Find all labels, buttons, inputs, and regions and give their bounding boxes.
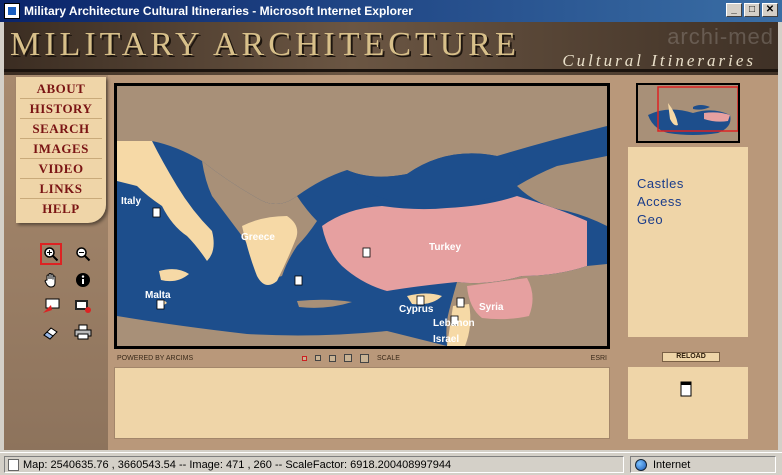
identify-info-icon[interactable]: [72, 269, 94, 291]
nav-video[interactable]: VIDEO: [20, 159, 102, 179]
window-title-bar: Military Architecture Cultural Itinerari…: [0, 0, 782, 22]
map-view[interactable]: Italy Greece Turkey Malta Cyprus Syria L…: [114, 83, 610, 349]
main-area: ABOUT HISTORY SEARCH IMAGES VIDEO LINKS …: [4, 75, 778, 450]
zoom-in-icon[interactable]: [40, 243, 62, 265]
legend-panel: [628, 367, 748, 439]
eraser-clear-icon[interactable]: [40, 321, 62, 343]
window-controls: _ □ ✕: [726, 3, 778, 17]
map-label-greece: Greece: [241, 232, 275, 243]
status-bar: Map: 2540635.76 , 3660543.54 -- Image: 4…: [0, 452, 782, 475]
powered-by-label: POWERED BY ARCIMS: [117, 354, 194, 362]
layer-geo[interactable]: Geo: [637, 211, 748, 229]
zoom-out-icon[interactable]: [72, 243, 94, 265]
map-label-israel: Israel: [433, 334, 459, 345]
map-toolbar: [40, 243, 100, 345]
map-canvas[interactable]: Italy Greece Turkey Malta Cyprus Syria L…: [117, 86, 607, 346]
castle-marker-italy[interactable]: [152, 207, 161, 218]
esri-label: ESRI: [590, 354, 607, 362]
scale-step-1[interactable]: [302, 355, 307, 361]
scale-step-4[interactable]: [344, 354, 352, 362]
maximize-button[interactable]: □: [744, 3, 760, 17]
zone-label: Internet: [653, 458, 691, 471]
banner-divider: [4, 69, 778, 72]
measure-film-icon[interactable]: [72, 295, 94, 317]
nav-links[interactable]: LINKS: [20, 179, 102, 199]
map-label-turkey: Turkey: [429, 242, 461, 253]
layers-panel: Castles Access Geo: [628, 147, 748, 337]
select-box-icon[interactable]: [40, 295, 62, 317]
minimize-button[interactable]: _: [726, 3, 742, 17]
banner-watermark: archi-med: [667, 24, 774, 49]
nav-help[interactable]: HELP: [20, 199, 102, 219]
nav-search[interactable]: SEARCH: [20, 119, 102, 139]
map-label-syria: Syria: [479, 302, 504, 313]
site-banner: MILITARY ARCHITECTURE archi-med Cultural…: [4, 22, 778, 75]
nav-images[interactable]: IMAGES: [20, 139, 102, 159]
globe-icon: [635, 459, 647, 471]
page-icon: [8, 459, 19, 471]
castle-legend-icon: [680, 381, 692, 397]
left-panel: ABOUT HISTORY SEARCH IMAGES VIDEO LINKS …: [4, 75, 108, 450]
scale-step-2[interactable]: [315, 355, 321, 361]
ie-app-icon: [4, 3, 20, 19]
scale-label: SCALE: [377, 354, 400, 362]
map-footer: POWERED BY ARCIMS SCALE ESRI: [114, 351, 610, 365]
close-button[interactable]: ✕: [762, 3, 778, 17]
layer-castles[interactable]: Castles: [637, 175, 748, 193]
status-coordinates: Map: 2540635.76 , 3660543.54 -- Image: 4…: [23, 458, 452, 471]
castle-marker-rhodes[interactable]: [294, 275, 303, 286]
site-title: MILITARY ARCHITECTURE: [10, 26, 520, 63]
nav-menu: ABOUT HISTORY SEARCH IMAGES VIDEO LINKS …: [16, 77, 106, 223]
nav-about[interactable]: ABOUT: [20, 79, 102, 99]
map-label-malta: Malta: [145, 290, 171, 301]
overview-canvas[interactable]: [638, 85, 739, 141]
castle-marker-syria[interactable]: [456, 297, 465, 308]
scale-step-5[interactable]: [360, 353, 369, 363]
print-icon[interactable]: [72, 321, 94, 343]
security-zone: Internet: [630, 456, 776, 473]
info-panel: [114, 367, 610, 439]
castle-marker-turkey[interactable]: [362, 247, 371, 258]
overview-map[interactable]: [636, 83, 740, 143]
scale-step-3[interactable]: [329, 354, 336, 362]
status-message: Map: 2540635.76 , 3660543.54 -- Image: 4…: [4, 456, 624, 473]
pan-hand-icon[interactable]: [40, 269, 62, 291]
layer-access[interactable]: Access: [637, 193, 748, 211]
window-title: Military Architecture Cultural Itinerari…: [24, 4, 413, 18]
map-label-italy: Italy: [121, 196, 141, 207]
castle-marker-malta[interactable]: [156, 299, 165, 310]
nav-history[interactable]: HISTORY: [20, 99, 102, 119]
scale-bar: SCALE: [302, 353, 400, 363]
site-subtitle: Cultural Itineraries: [562, 51, 756, 70]
reload-button[interactable]: RELOAD: [662, 352, 720, 362]
map-label-cyprus: Cyprus: [399, 304, 434, 315]
map-label-lebanon: Lebanon: [433, 318, 475, 329]
